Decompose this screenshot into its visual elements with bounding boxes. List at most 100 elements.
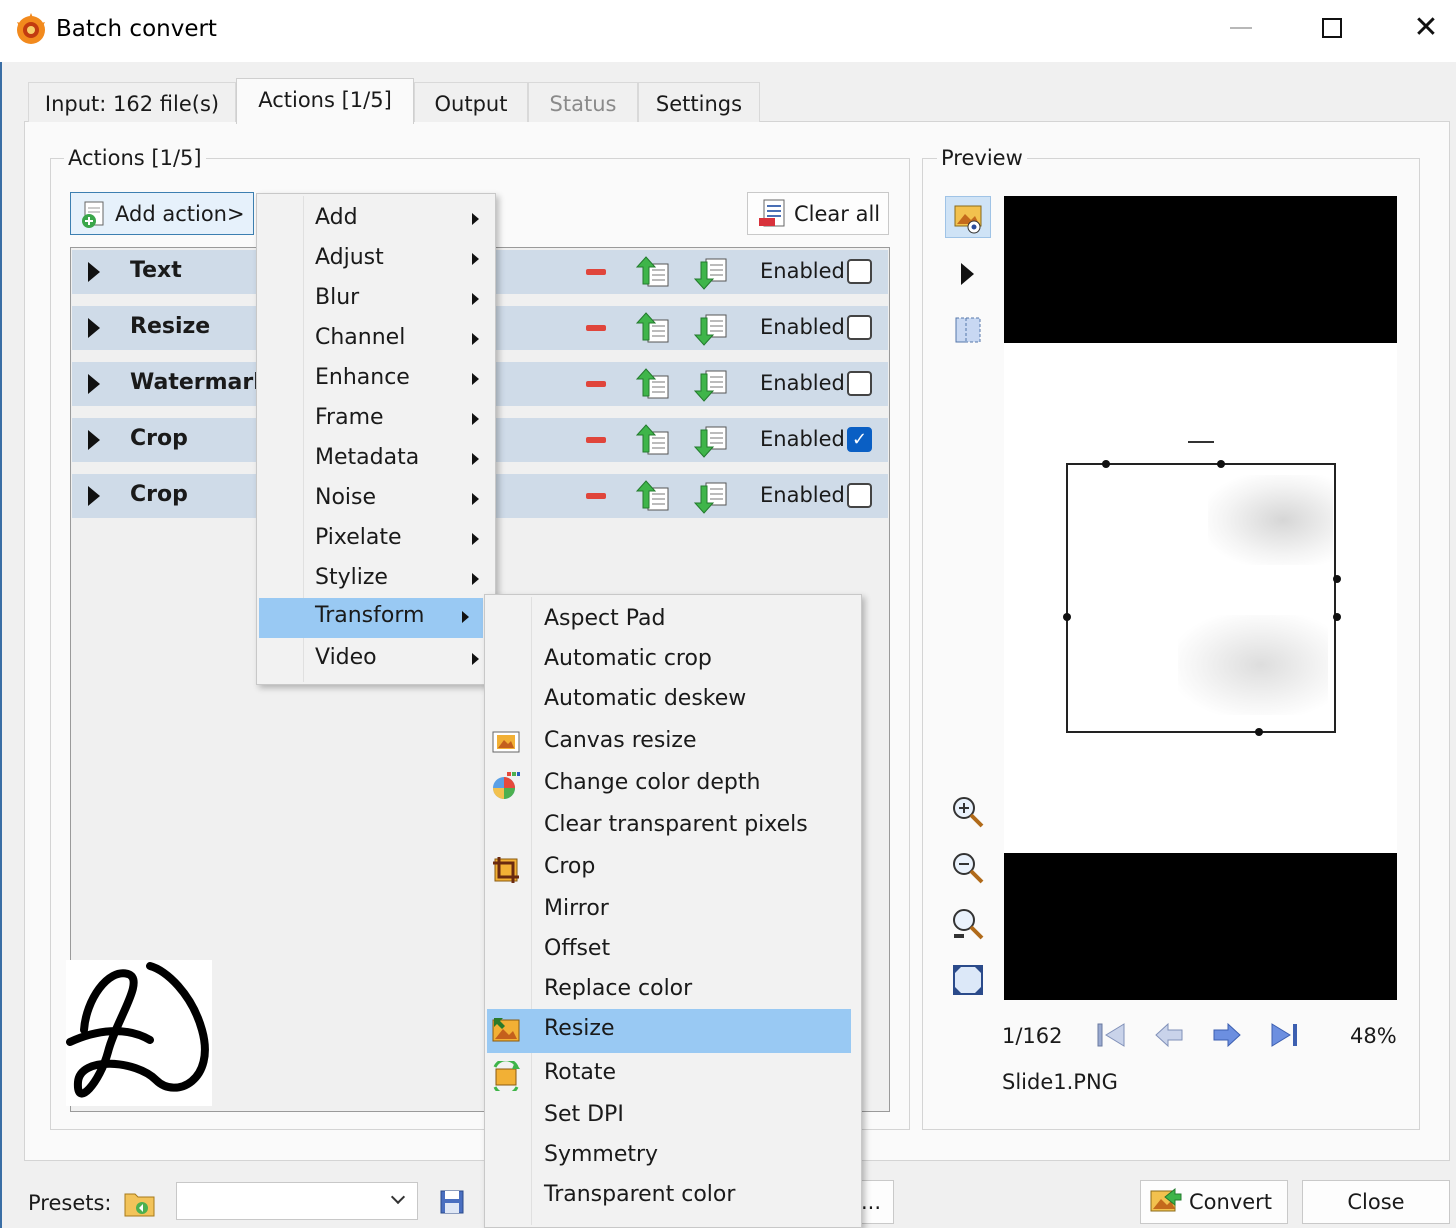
zoom-in-icon[interactable] [950,794,986,830]
tab-input[interactable]: Input: 162 file(s) [28,82,236,122]
action-name: Crop [130,426,188,451]
preview-crop-frame[interactable] [1063,460,1341,736]
move-up-icon[interactable] [636,478,672,514]
menu-item-video[interactable]: Video [259,640,493,680]
page-indicator: 1/162 [1002,1024,1063,1048]
move-up-icon[interactable] [636,366,672,402]
close-icon[interactable]: ✕ [1410,12,1442,44]
submenu-item-transparent-color[interactable]: Transparent color [487,1177,857,1217]
enabled-checkbox[interactable] [847,483,872,508]
move-down-icon[interactable] [694,256,730,292]
submenu-arrow-icon [472,373,479,385]
menu-item-enhance[interactable]: Enhance [259,360,493,400]
submenu-arrow-icon [472,253,479,265]
submenu-item-change-color-depth[interactable]: Change color depth [487,765,857,807]
submenu-arrow-icon [472,293,479,305]
preview-image[interactable] [1004,343,1397,853]
submenu-arrow-icon [472,413,479,425]
menu-item-stylize[interactable]: Stylize [259,560,493,600]
menu-item-frame[interactable]: Frame [259,400,493,440]
menu-item-channel[interactable]: Channel [259,320,493,360]
enabled-checkbox[interactable] [847,259,872,284]
save-preset-icon[interactable] [438,1188,466,1216]
presets-label: Presets: [28,1191,112,1215]
menu-item-adjust[interactable]: Adjust [259,240,493,280]
preview-caption [1188,441,1214,443]
presets-dropdown[interactable] [176,1182,418,1220]
action-name: Watermark [130,370,268,395]
move-down-icon[interactable] [694,312,730,348]
remove-icon[interactable] [586,269,606,275]
submenu-item-rotate[interactable]: Rotate [487,1055,857,1097]
tab-status[interactable]: Status [528,82,638,122]
app-icon [17,13,45,44]
enabled-checkbox[interactable] [847,371,872,396]
remove-icon[interactable] [586,381,606,387]
move-down-icon[interactable] [694,424,730,460]
preview-toggle-button[interactable] [945,196,991,238]
remove-icon[interactable] [586,437,606,443]
expand-icon[interactable] [88,374,100,394]
expand-icon[interactable] [88,486,100,506]
fit-to-window-icon[interactable] [950,962,986,998]
close-button[interactable]: Close [1302,1180,1450,1224]
move-up-icon[interactable] [636,310,672,346]
clear-list-icon [759,199,785,226]
enabled-checkbox-checked[interactable]: ✓ [847,427,872,452]
signature-image [66,960,212,1106]
submenu-arrow-icon [472,493,479,505]
move-up-icon[interactable] [636,254,672,290]
submenu-item-aspect-pad[interactable]: Aspect Pad [487,601,857,641]
tab-actions[interactable]: Actions [1/5] [236,78,414,124]
zoom-actual-size-icon[interactable] [950,906,986,942]
window-edge [0,62,2,1228]
menu-item-noise[interactable]: Noise [259,480,493,520]
submenu-arrow-icon [472,213,479,225]
play-icon[interactable] [961,263,974,285]
submenu-item-offset[interactable]: Offset [487,931,857,971]
menu-item-metadata[interactable]: Metadata [259,440,493,480]
submenu-item-resize[interactable]: Resize [487,1009,851,1053]
add-action-button[interactable]: Add action> [70,192,254,235]
menu-item-add[interactable]: Add [259,200,493,240]
convert-button[interactable]: Convert [1140,1180,1288,1224]
remove-icon[interactable] [586,325,606,331]
submenu-item-crop[interactable]: Crop [487,849,857,891]
submenu-item-canvas-resize[interactable]: Canvas resize [487,721,857,765]
color-depth-icon [493,772,520,799]
expand-icon[interactable] [88,318,100,338]
submenu-item-mirror[interactable]: Mirror [487,891,857,931]
submenu-item-automatic-crop[interactable]: Automatic crop [487,641,857,681]
first-page-icon[interactable] [1094,1018,1128,1052]
open-folder-icon[interactable] [122,1186,158,1220]
zoom-out-icon[interactable] [950,850,986,886]
submenu-item-symmetry[interactable]: Symmetry [487,1137,857,1177]
remove-icon[interactable] [586,493,606,499]
minimize-icon[interactable] [1230,27,1252,29]
action-name: Text [130,258,182,283]
tab-settings[interactable]: Settings [638,82,760,122]
crop-select-icon[interactable] [950,312,986,348]
next-page-icon[interactable] [1210,1018,1244,1052]
expand-icon[interactable] [88,430,100,450]
submenu-item-clear-transparent-pixels[interactable]: Clear transparent pixels [487,807,857,849]
expand-icon[interactable] [88,262,100,282]
submenu-item-set-dpi[interactable]: Set DPI [487,1097,857,1137]
submenu-item-automatic-deskew[interactable]: Automatic deskew [487,681,857,721]
move-up-icon[interactable] [636,422,672,458]
clear-all-button[interactable]: Clear all [747,192,889,235]
maximize-icon[interactable] [1322,18,1342,38]
menu-item-blur[interactable]: Blur [259,280,493,320]
submenu-item-replace-color[interactable]: Replace color [487,971,857,1011]
tab-output[interactable]: Output [414,82,528,122]
convert-icon [1150,1187,1182,1212]
menu-item-transform[interactable]: Transform [259,598,483,638]
last-page-icon[interactable] [1268,1018,1302,1052]
previous-page-icon[interactable] [1152,1018,1186,1052]
enabled-checkbox[interactable] [847,315,872,340]
action-name: Resize [130,314,211,339]
actions-group-label: Actions [1/5] [64,146,206,170]
menu-item-pixelate[interactable]: Pixelate [259,520,493,560]
move-down-icon[interactable] [694,368,730,404]
move-down-icon[interactable] [694,480,730,516]
